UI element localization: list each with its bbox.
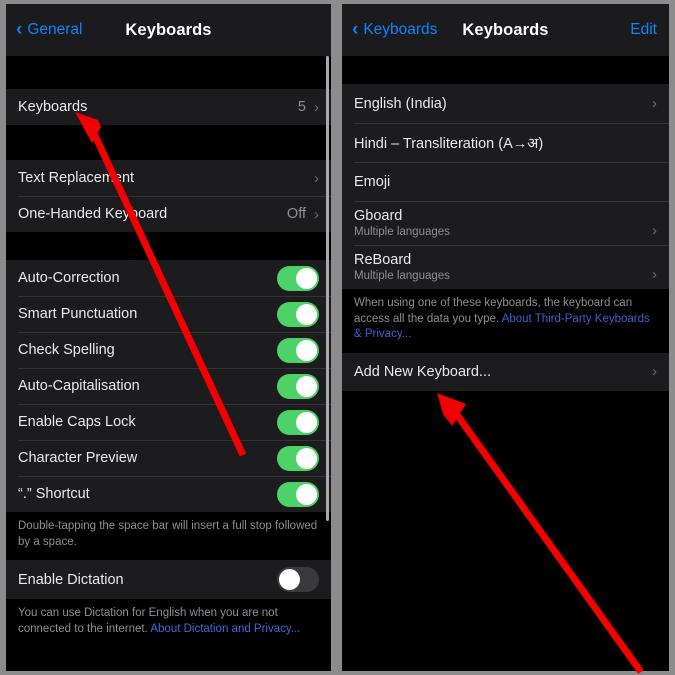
toggle-auto-capitalisation[interactable] [277, 373, 319, 399]
chevron-right-icon: › [652, 266, 657, 283]
spacer-1 [6, 125, 331, 160]
list-item-gboard[interactable]: Gboard Multiple languages › [342, 201, 669, 245]
chevron-right-icon: › [652, 363, 657, 381]
toggles-footer-text: Double-tapping the space bar will insert… [6, 512, 331, 561]
row-period-shortcut[interactable]: “.” Shortcut [6, 476, 331, 512]
row-smart-punctuation[interactable]: Smart Punctuation [6, 296, 331, 332]
dictation-section: Enable Dictation [6, 560, 331, 600]
row-label: ReBoard [354, 252, 412, 268]
row-label: Check Spelling [18, 342, 115, 358]
toggle-knob [296, 447, 317, 469]
row-label: Text Replacement [18, 170, 135, 186]
back-button-label: General [27, 21, 83, 38]
row-label: Enable Dictation [18, 571, 124, 588]
toggle-knob [296, 267, 317, 289]
spacer-top [6, 56, 331, 89]
toggle-knob [296, 303, 317, 325]
chevron-right-icon: › [314, 98, 319, 116]
toggle-knob [279, 569, 300, 591]
row-label: “.” Shortcut [18, 486, 90, 502]
left-panel-scrollbar[interactable] [326, 56, 329, 521]
toggle-enable-dictation[interactable] [277, 567, 319, 593]
list-item-emoji[interactable]: Emoji [342, 162, 669, 201]
chevron-left-icon: ‹ [352, 18, 359, 40]
back-button-keyboards[interactable]: ‹ Keyboards [352, 18, 438, 40]
row-label: Hindi – Transliteration (A→अ) [354, 135, 544, 152]
list-item-reboard[interactable]: ReBoard Multiple languages › [342, 245, 669, 289]
row-label: Gboard [354, 208, 403, 224]
row-label: Enable Caps Lock [18, 414, 136, 430]
toggle-auto-correction[interactable] [277, 265, 319, 291]
row-label: English (India) [354, 95, 447, 112]
edit-button[interactable]: Edit [630, 21, 657, 39]
dictation-footer: You can use Dictation for English when y… [6, 599, 331, 648]
row-text-replacement[interactable]: Text Replacement › [6, 160, 331, 196]
toggle-check-spelling[interactable] [277, 337, 319, 363]
chevron-left-icon: ‹ [16, 18, 23, 40]
spacer-2 [6, 232, 331, 260]
row-label: Smart Punctuation [18, 306, 138, 322]
right-navbar: ‹ Keyboards Keyboards Edit [342, 4, 669, 56]
row-keyboards[interactable]: Keyboards 5 › [6, 89, 331, 125]
keyboard-list: English (India) › Hindi – Transliteratio… [342, 84, 669, 289]
row-character-preview[interactable]: Character Preview [6, 440, 331, 476]
row-label: Emoji [354, 173, 391, 190]
list-item-hindi-transliteration[interactable]: Hindi – Transliteration (A→अ) [342, 123, 669, 162]
row-label: Auto-Capitalisation [18, 378, 140, 394]
row-auto-capitalisation[interactable]: Auto-Capitalisation [6, 368, 331, 404]
row-stack: Gboard Multiple languages [354, 208, 652, 238]
row-stack: ReBoard Multiple languages [354, 252, 652, 282]
toggle-knob [296, 483, 317, 505]
screenshot-stage: ‹ General Keyboards Keyboards 5 › Text R… [0, 0, 675, 675]
chevron-right-icon: › [314, 205, 319, 223]
toggle-enable-caps-lock[interactable] [277, 409, 319, 435]
row-check-spelling[interactable]: Check Spelling [6, 332, 331, 368]
toggle-knob [296, 375, 317, 397]
back-button-label: Keyboards [363, 21, 438, 38]
toggle-knob [296, 339, 317, 361]
toggle-knob [296, 411, 317, 433]
row-one-handed-keyboard[interactable]: One-Handed Keyboard Off › [6, 196, 331, 232]
row-label: Character Preview [18, 450, 138, 466]
chevron-right-icon: › [652, 222, 657, 239]
left-phone-panel: ‹ General Keyboards Keyboards 5 › Text R… [6, 4, 331, 671]
row-label: One-Handed Keyboard [18, 206, 168, 222]
row-value: 5 [297, 99, 306, 115]
row-label: Add New Keyboard... [354, 363, 492, 380]
row-enable-dictation[interactable]: Enable Dictation [6, 560, 331, 600]
row-label: Auto-Correction [18, 270, 120, 286]
right-phone-panel: ‹ Keyboards Keyboards Edit English (Indi… [342, 4, 669, 671]
keyboards-section: Keyboards 5 › [6, 89, 331, 125]
row-add-new-keyboard[interactable]: Add New Keyboard... › [342, 352, 669, 391]
row-sublabel: Multiple languages [354, 226, 450, 238]
spacer-top-right [342, 56, 669, 84]
row-auto-correction[interactable]: Auto-Correction [6, 260, 331, 296]
toggle-period-shortcut[interactable] [277, 481, 319, 507]
row-sublabel: Multiple languages [354, 270, 450, 282]
privacy-footer: When using one of these keyboards, the k… [342, 289, 669, 353]
chevron-right-icon: › [652, 95, 657, 112]
row-enable-caps-lock[interactable]: Enable Caps Lock [6, 404, 331, 440]
text-section: Text Replacement › One-Handed Keyboard O… [6, 160, 331, 232]
row-value: Off [286, 206, 306, 222]
toggles-section: Auto-Correction Smart Punctuation Check … [6, 260, 331, 512]
row-label: Keyboards [18, 99, 88, 115]
list-item-english-india[interactable]: English (India) › [342, 84, 669, 123]
chevron-right-icon: › [314, 169, 319, 187]
left-navbar: ‹ General Keyboards [6, 4, 331, 56]
toggle-character-preview[interactable] [277, 445, 319, 471]
toggle-smart-punctuation[interactable] [277, 301, 319, 327]
back-button-general[interactable]: ‹ General [16, 18, 83, 40]
dictation-privacy-link[interactable]: About Dictation and Privacy... [150, 623, 300, 635]
add-keyboard-section: Add New Keyboard... › [342, 352, 669, 391]
